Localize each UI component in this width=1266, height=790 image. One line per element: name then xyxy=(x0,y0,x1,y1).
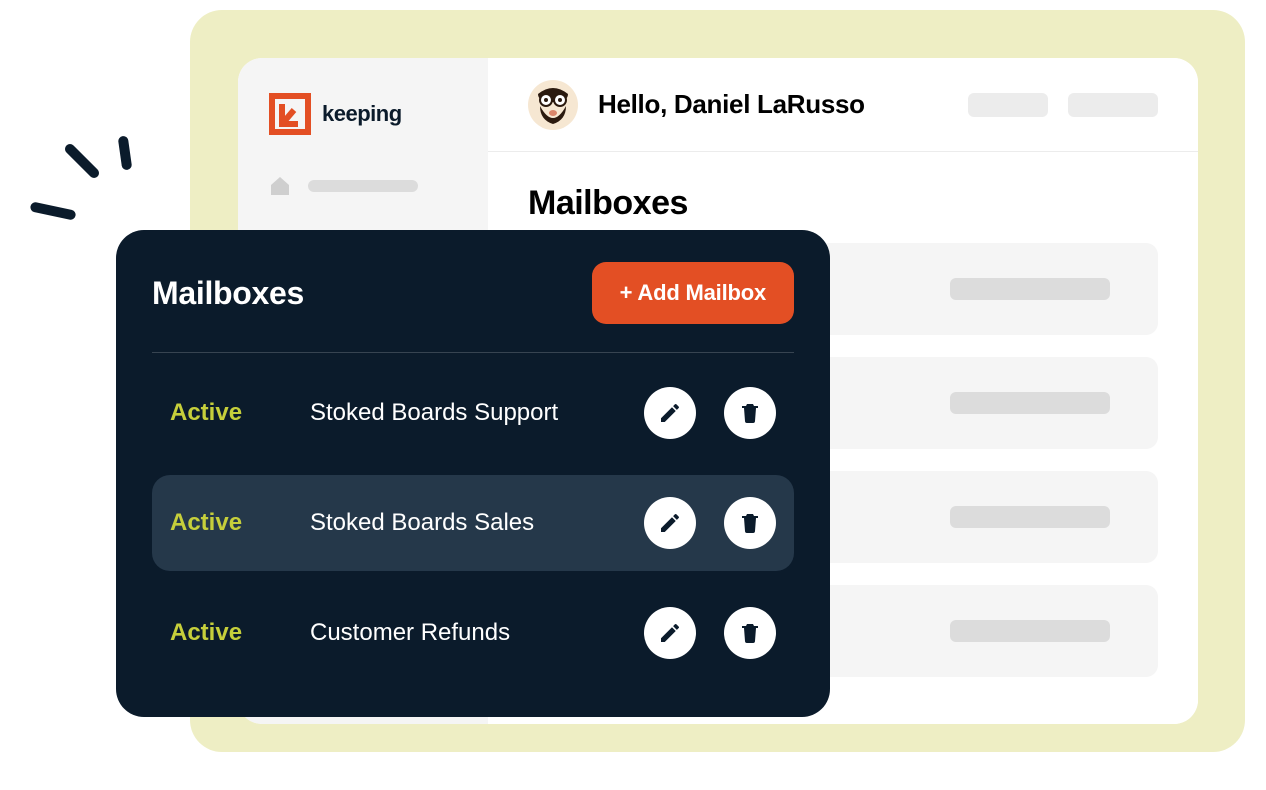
header-action-placeholder xyxy=(968,93,1048,117)
pencil-icon xyxy=(658,621,682,645)
greeting-text: Hello, Daniel LaRusso xyxy=(598,89,948,120)
trash-icon xyxy=(738,401,762,425)
edit-button[interactable] xyxy=(644,607,696,659)
app-header: Hello, Daniel LaRusso xyxy=(488,58,1198,152)
delete-button[interactable] xyxy=(724,607,776,659)
list-item-placeholder xyxy=(950,620,1110,642)
mailbox-name: Stoked Boards Support xyxy=(310,399,616,427)
sidebar-item-home[interactable] xyxy=(268,174,458,198)
keeping-logo-icon xyxy=(268,92,312,136)
home-icon xyxy=(268,174,292,198)
trash-icon xyxy=(738,621,762,645)
edit-button[interactable] xyxy=(644,497,696,549)
header-action-placeholder xyxy=(1068,93,1158,117)
mailbox-list: Active Stoked Boards Support Active Stok… xyxy=(152,353,794,681)
mailboxes-panel: Mailboxes + Add Mailbox Active Stoked Bo… xyxy=(116,230,830,717)
pencil-icon xyxy=(658,401,682,425)
brand-logo[interactable]: keeping xyxy=(268,92,458,136)
mailbox-name: Customer Refunds xyxy=(310,619,616,647)
trash-icon xyxy=(738,511,762,535)
status-badge: Active xyxy=(170,509,290,537)
panel-title: Mailboxes xyxy=(152,275,304,312)
edit-button[interactable] xyxy=(644,387,696,439)
delete-button[interactable] xyxy=(724,387,776,439)
list-item-placeholder xyxy=(950,392,1110,414)
list-item-placeholder xyxy=(950,506,1110,528)
add-mailbox-button[interactable]: + Add Mailbox xyxy=(592,262,794,324)
panel-header: Mailboxes + Add Mailbox xyxy=(152,262,794,353)
delete-button[interactable] xyxy=(724,497,776,549)
avatar[interactable] xyxy=(528,80,578,130)
mailbox-row[interactable]: Active Customer Refunds xyxy=(152,585,794,681)
status-badge: Active xyxy=(170,399,290,427)
sidebar-item-label-placeholder xyxy=(308,180,418,192)
pencil-icon xyxy=(658,511,682,535)
list-item-placeholder xyxy=(950,278,1110,300)
status-badge: Active xyxy=(170,619,290,647)
brand-name: keeping xyxy=(322,101,402,127)
mailbox-row[interactable]: Active Stoked Boards Sales xyxy=(152,475,794,571)
mailbox-name: Stoked Boards Sales xyxy=(310,509,616,537)
mailbox-row[interactable]: Active Stoked Boards Support xyxy=(152,365,794,461)
